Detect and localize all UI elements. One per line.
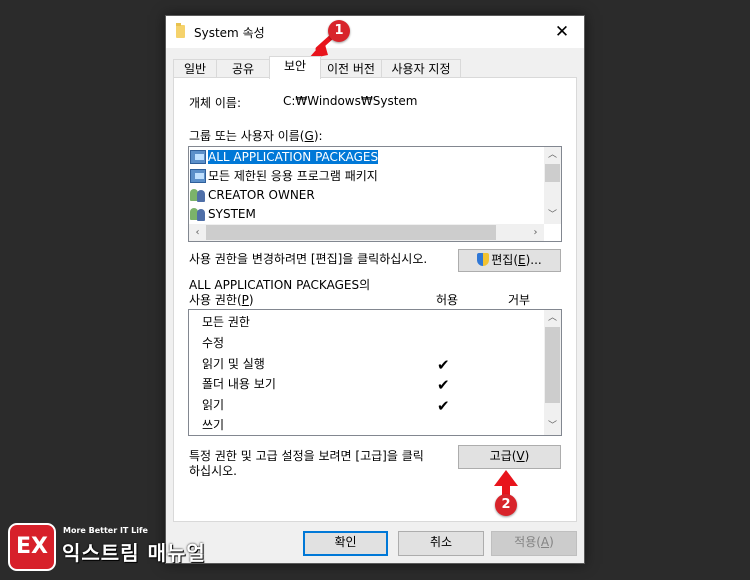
allow-column-header: 허용 [436,293,459,307]
ok-button[interactable]: 확인 [303,531,388,556]
allow-check-icon: ✔ [437,356,450,374]
group-item-creator-owner[interactable]: CREATOR OWNER [190,186,315,205]
scroll-left-icon[interactable]: ‹ [189,224,206,241]
permission-read: 읽기 [202,398,225,412]
scroll-up-icon[interactable]: ︿ [544,310,561,327]
permissions-vertical-scrollbar[interactable]: ︿ ﹀ [544,310,561,435]
properties-dialog: System 속성 ✕ 일반 공유 보안 이전 버전 사용자 지정 개체 이름:… [165,15,585,564]
permission-full-control: 모든 권한 [202,315,250,329]
groups-listbox[interactable]: ALL APPLICATION PACKAGES 모든 제한된 응용 프로그램 … [188,146,562,242]
permission-read-execute: 읽기 및 실행 [202,357,265,371]
security-tab-pane: 개체 이름: C:₩Windows₩System 그룹 또는 사용자 이름(G)… [173,77,577,522]
change-permissions-hint: 사용 권한을 변경하려면 [편집]을 클릭하십시오. [189,252,428,266]
scroll-down-icon[interactable]: ﹀ [544,418,561,435]
close-button[interactable]: ✕ [540,16,584,48]
groups-label: 그룹 또는 사용자 이름(G): [189,129,323,143]
step-badge-2: 2 [495,494,517,516]
tab-general[interactable]: 일반 [173,59,217,78]
scroll-thumb[interactable] [206,225,496,240]
group-item-restricted-packages[interactable]: 모든 제한된 응용 프로그램 패키지 [190,167,378,186]
scroll-thumb[interactable] [545,164,560,182]
cancel-button[interactable]: 취소 [398,531,484,556]
uac-shield-icon [477,253,490,266]
allow-check-icon: ✔ [437,376,450,394]
tab-security[interactable]: 보안 [269,56,321,79]
groups-horizontal-scrollbar[interactable]: ‹ › [189,224,544,241]
advanced-button[interactable]: 고급(V) [458,445,561,469]
tab-sharing[interactable]: 공유 [216,59,270,78]
groups-vertical-scrollbar[interactable]: ︿ ﹀ [544,147,561,224]
watermark-tagline: More Better IT Life [63,526,148,535]
edit-button[interactable]: 편집(E)... [458,249,561,272]
package-icon [190,149,206,164]
permissions-list[interactable]: 모든 권한 수정 읽기 및 실행 폴더 내용 보기 읽기 쓰기 ✔ ✔ ✔ ︿ … [188,309,562,436]
permission-modify: 수정 [202,336,225,350]
close-icon: ✕ [554,22,570,42]
scroll-up-icon[interactable]: ︿ [544,147,561,164]
package-icon [190,168,206,183]
allow-check-icon: ✔ [437,397,450,415]
scroll-right-icon[interactable]: › [527,224,544,241]
folder-icon [176,23,185,38]
scroll-down-icon[interactable]: ﹀ [544,207,561,224]
apply-button[interactable]: 적용(A) [491,531,577,556]
permission-list-folder: 폴더 내용 보기 [202,377,276,391]
users-icon [190,207,206,221]
object-name-value: C:₩Windows₩System [283,94,418,108]
tab-customize[interactable]: 사용자 지정 [381,59,461,78]
group-item-all-application-packages[interactable]: ALL APPLICATION PACKAGES [190,148,380,167]
object-name-label: 개체 이름: [189,96,242,110]
permissions-label: 사용 권한(P) [189,293,254,307]
watermark-name: 익스트림 매뉴얼 [62,541,206,565]
title-bar[interactable]: System 속성 ✕ [166,16,584,48]
scroll-thumb[interactable] [545,327,560,403]
deny-column-header: 거부 [508,293,531,307]
advanced-hint-line2: 하십시오. [189,464,237,478]
ex-logo-icon: EX [8,523,56,571]
window-title: System 속성 [194,26,265,40]
permission-write: 쓰기 [202,418,225,432]
step-badge-1: 1 [328,20,350,42]
users-icon [190,188,206,202]
group-item-system[interactable]: SYSTEM [190,205,256,224]
